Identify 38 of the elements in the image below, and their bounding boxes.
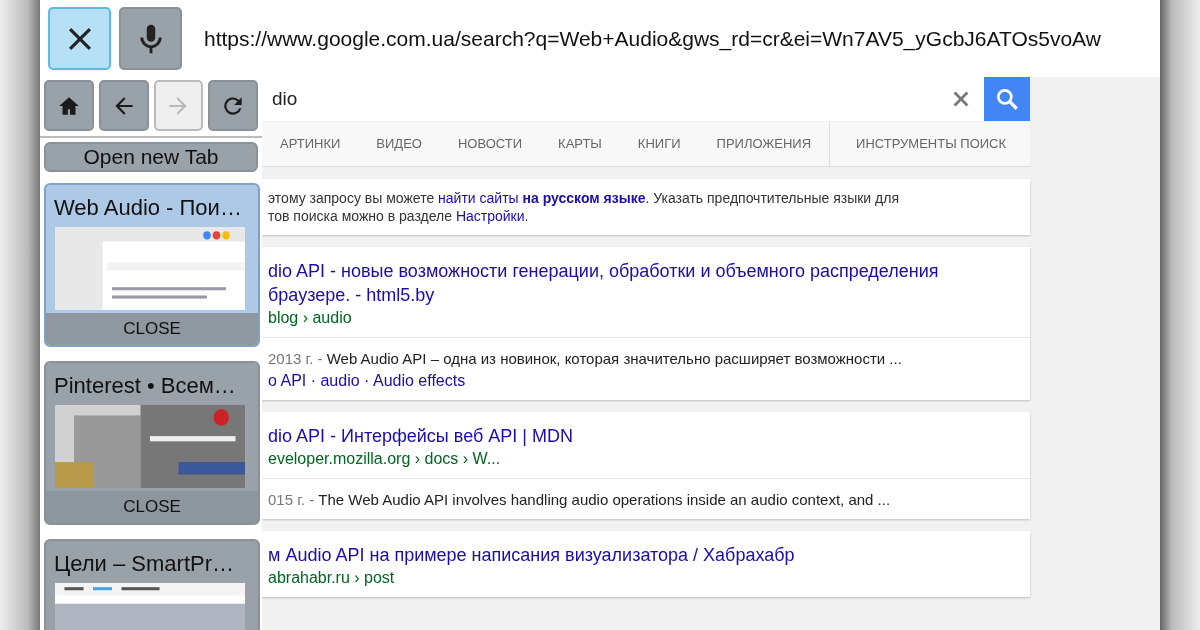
search-tab[interactable]: НОВОСТИ	[439, 122, 541, 166]
link[interactable]: Настройки	[455, 208, 525, 224]
back-arrow-button[interactable]	[98, 80, 149, 131]
result-title-link[interactable]: dio API - Интерфейсы веб API | MDN	[268, 424, 1022, 448]
search-button[interactable]	[984, 77, 1030, 121]
refresh-button[interactable]	[208, 80, 258, 131]
search-tab[interactable]: ПРИЛОЖЕНИЯ	[698, 122, 830, 166]
tab-card[interactable]: Pinterest • Всем… CLOSE	[44, 361, 260, 525]
result-url: abrahabr.ru › post	[268, 568, 396, 588]
link[interactable]: найти сайты	[438, 190, 519, 206]
sub-links[interactable]: o API · audio · Audio effects	[268, 370, 1022, 392]
tab-title: Web Audio - Пои…	[53, 194, 243, 222]
close-tab-button[interactable]: CLOSE	[46, 491, 258, 523]
search-tab[interactable]: ВИДЕО	[358, 122, 440, 166]
result-title-link[interactable]: dio API - новые возможности генерации, обработки и объемного распределения	[268, 259, 1022, 283]
microphone-button[interactable]	[119, 7, 182, 70]
result-url: blog › audio	[268, 308, 353, 328]
result-title-link[interactable]: м Audio API на примере написания визуализатора / Хабрахабр	[268, 543, 1022, 567]
result-url: eveloper.mozilla.org › docs › W...	[268, 449, 502, 469]
result-snippet: 015 г. - The Web Audio API involves handling audio operations inside an audio context, and ...	[268, 490, 892, 510]
result-title-link[interactable]: браузере. - html5.by	[268, 283, 1022, 307]
result-snippet: 2013 г. - Web Audio API – одна из новинок, которая значительно расширяет возможности ...	[268, 349, 903, 369]
search-tab[interactable]: КАРТЫ	[540, 122, 620, 166]
tab-card[interactable]: Цели – SmartPr…	[44, 539, 260, 630]
url-text[interactable]: https://www.google.com.ua/search?q=Web+Audio&gws_rd=cr&ei=Wn7AV5_yGcbJ6ATOs5voAw	[204, 26, 1101, 51]
search-icon	[994, 86, 1020, 112]
close-tab-button[interactable]: CLOSE	[46, 313, 258, 345]
home-button[interactable]	[44, 80, 94, 131]
tab-title: Pinterest • Всем…	[53, 372, 237, 400]
open-new-tab-button[interactable]: Open new Tab	[44, 142, 258, 172]
notice-text: тов поиска можно в разделе Настройки.	[268, 207, 530, 225]
search-field[interactable]: dio	[262, 77, 984, 121]
search-tab[interactable]: КНИГИ	[619, 122, 699, 166]
tab-card[interactable]: Web Audio - Пои… CLOSE	[44, 183, 260, 347]
close-button[interactable]	[48, 7, 111, 70]
notice-text: этому запросу вы можете найти сайты на русском языке. Указать предпочтительные языки для	[268, 189, 900, 207]
tab-title: Цели – SmartPr…	[53, 550, 236, 578]
search-tab[interactable]: АРТИНКИ	[262, 122, 359, 166]
